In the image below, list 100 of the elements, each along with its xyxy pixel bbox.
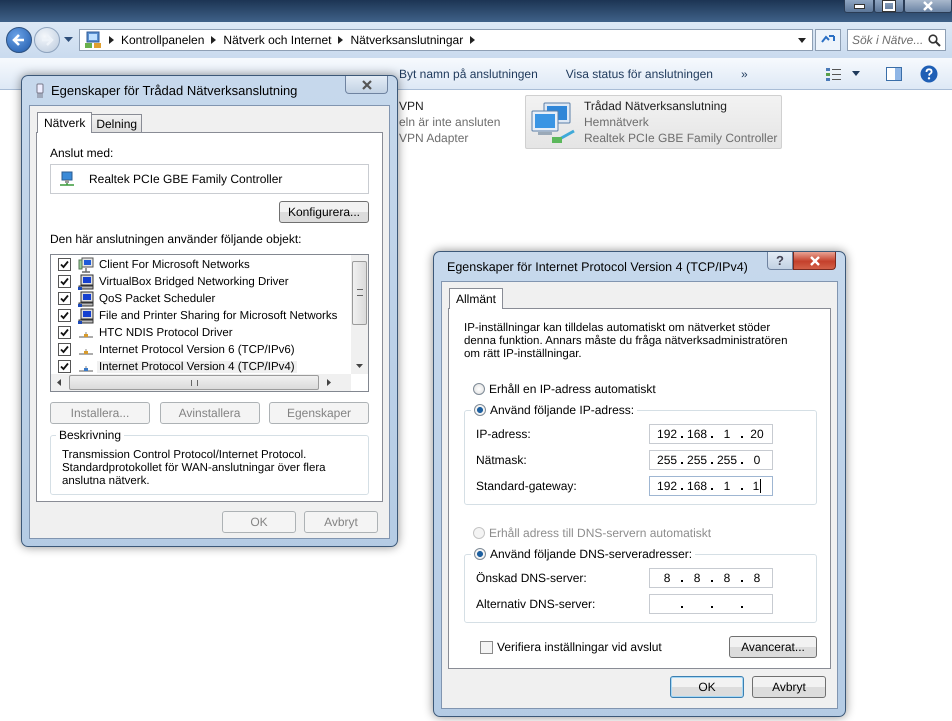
search-field[interactable]: Sök i Nätve... xyxy=(847,29,946,51)
ip-address-field[interactable]: 192 168 1 20 xyxy=(649,424,773,444)
radio-button[interactable] xyxy=(474,404,486,416)
octet-value: 168 xyxy=(687,427,708,441)
radio-button[interactable] xyxy=(473,383,485,395)
protocol-icon xyxy=(78,366,94,372)
close-button[interactable] xyxy=(793,252,836,270)
caret-icon[interactable] xyxy=(64,37,73,43)
field-label: Nätmask: xyxy=(476,453,527,467)
toolbar-button[interactable]: Byt namn på anslutningen xyxy=(389,66,548,80)
caret-icon[interactable] xyxy=(852,71,860,76)
checkbox[interactable] xyxy=(58,309,71,322)
connection-status: eln är inte ansluten xyxy=(399,114,500,130)
ip-address-field[interactable]: 192 168 1 1 xyxy=(649,476,773,496)
scroll-thumb[interactable] xyxy=(352,260,367,324)
chevron-icon[interactable] xyxy=(338,36,344,44)
description-text: Transmission Control Protocol/Internet Protocol. Standardprotokollet för WAN-anslutningar över flera anslutna nätverk. xyxy=(62,449,327,488)
scroll-down-icon[interactable] xyxy=(356,364,363,368)
list-item[interactable]: HTC NDIS Protocol Driver xyxy=(97,326,235,338)
scroll-right-icon[interactable] xyxy=(327,379,331,386)
checkbox[interactable] xyxy=(58,326,71,339)
octet-value: 255 xyxy=(716,453,738,467)
computer-icon xyxy=(78,290,94,306)
forward-arrow-icon xyxy=(40,33,54,47)
list-item[interactable]: QoS Packet Scheduler xyxy=(97,292,218,304)
close-icon xyxy=(922,1,934,11)
computer-icon xyxy=(78,308,94,324)
ip-address-field[interactable]: 8 8 8 8 xyxy=(649,568,773,588)
configure-button[interactable]: Konfigurera... xyxy=(278,201,369,223)
octet-value: 20 xyxy=(750,427,764,441)
tab[interactable]: Delning xyxy=(91,114,142,132)
ip-address-field[interactable]: 255 255 255 0 xyxy=(649,450,773,470)
advanced-button[interactable]: Avancerat... xyxy=(729,636,817,658)
text-cursor xyxy=(760,479,762,493)
radio-button[interactable] xyxy=(474,548,486,560)
checkbox[interactable] xyxy=(58,275,71,288)
address-bar[interactable]: Kontrollpanelen Nätverk och Internet Nätverksanslutningar xyxy=(79,29,813,51)
search-icon[interactable] xyxy=(928,34,941,47)
octet-value: 192 xyxy=(657,427,678,441)
minimize-button[interactable] xyxy=(844,0,874,13)
connection-device: Realtek PCIe GBE Family Controller xyxy=(584,130,778,146)
tab[interactable]: Nätverk xyxy=(37,112,92,133)
list-item[interactable]: Internet Protocol Version 4 (TCP/IPv4) xyxy=(97,360,297,372)
octet-value: 1 xyxy=(724,427,730,441)
scroll-left-icon[interactable] xyxy=(57,379,61,386)
dialog-button[interactable]: Avbryt xyxy=(752,676,826,698)
scroll-thumb[interactable] xyxy=(69,375,319,390)
connection-name: Trådad Nätverksanslutning xyxy=(584,98,728,114)
octet-value: 8 xyxy=(694,571,700,585)
connection-device: VPN Adapter xyxy=(399,130,470,146)
list-item[interactable]: File and Printer Sharing for Microsoft Networks xyxy=(97,310,340,322)
close-button[interactable] xyxy=(345,76,388,94)
list-item[interactable]: Client For Microsoft Networks xyxy=(97,258,252,270)
breadcrumb-item[interactable]: Kontrollpanelen xyxy=(121,33,204,47)
intro-text: IP-inställningar kan tilldelas automatiskt om nätverket stöder denna funktion. Annars måste du fråga nätverksadministratören om rätt IP-inställningar. xyxy=(464,322,788,361)
field-label: Alternativ DNS-server: xyxy=(476,597,596,611)
preview-pane-icon[interactable] xyxy=(886,66,902,80)
list-item[interactable]: Internet Protocol Version 6 (TCP/IPv6) xyxy=(97,344,297,356)
checkbox[interactable] xyxy=(480,640,493,654)
octet-value: 0 xyxy=(754,453,760,467)
connection-name: VPN xyxy=(399,98,425,114)
adapter-name: Realtek PCIe GBE Family Controller xyxy=(89,172,282,186)
checkbox[interactable] xyxy=(58,360,71,373)
vertical-scrollbar[interactable] xyxy=(351,255,368,374)
view-list-icon[interactable] xyxy=(826,66,842,80)
chevron-icon[interactable] xyxy=(109,36,114,44)
close-icon xyxy=(808,256,820,266)
horizontal-scrollbar[interactable] xyxy=(51,374,351,391)
connect-label: Anslut med: xyxy=(50,146,114,160)
toolbar-button[interactable]: » xyxy=(730,66,758,80)
connection-tile[interactable]: Trådad Nätverksanslutning Hemnätverk Realtek PCIe GBE Family Controller xyxy=(525,95,782,149)
octet-value: 8 xyxy=(724,571,730,585)
checkbox[interactable] xyxy=(58,258,71,271)
checkbox[interactable] xyxy=(58,343,71,356)
close-button[interactable] xyxy=(904,0,952,13)
protocol-icon xyxy=(78,332,94,338)
toolbar-button[interactable]: Visa status för anslutningen xyxy=(556,66,723,80)
radio-label[interactable]: Erhåll en IP-adress automatiskt xyxy=(489,382,656,396)
tab[interactable]: Allmänt xyxy=(449,288,504,309)
field-label: IP-adress: xyxy=(476,427,531,441)
help-icon[interactable] xyxy=(920,64,938,82)
caret-icon[interactable] xyxy=(798,38,806,42)
octet-value: 168 xyxy=(687,479,708,493)
maximize-button[interactable] xyxy=(874,0,904,13)
breadcrumb-item[interactable]: Nätverksanslutningar xyxy=(350,33,464,47)
refresh-button[interactable] xyxy=(815,29,841,51)
computer-icon xyxy=(78,274,94,290)
list-item[interactable]: VirtualBox Bridged Networking Driver xyxy=(97,276,291,288)
checkbox-label[interactable]: Verifiera inställningar vid avslut xyxy=(497,640,662,654)
control-panel-icon xyxy=(84,31,102,49)
chevron-icon[interactable] xyxy=(470,36,476,44)
field-label: Standard-gateway: xyxy=(476,479,577,493)
octet-value: 8 xyxy=(754,571,760,585)
help-button[interactable]: ? xyxy=(767,252,793,270)
dialog-button[interactable]: OK xyxy=(670,676,744,698)
breadcrumb-item[interactable]: Nätverk och Internet xyxy=(223,33,332,47)
back-button[interactable] xyxy=(6,27,32,53)
chevron-icon[interactable] xyxy=(211,36,216,44)
checkbox[interactable] xyxy=(58,292,71,305)
ip-address-field[interactable] xyxy=(649,594,773,614)
